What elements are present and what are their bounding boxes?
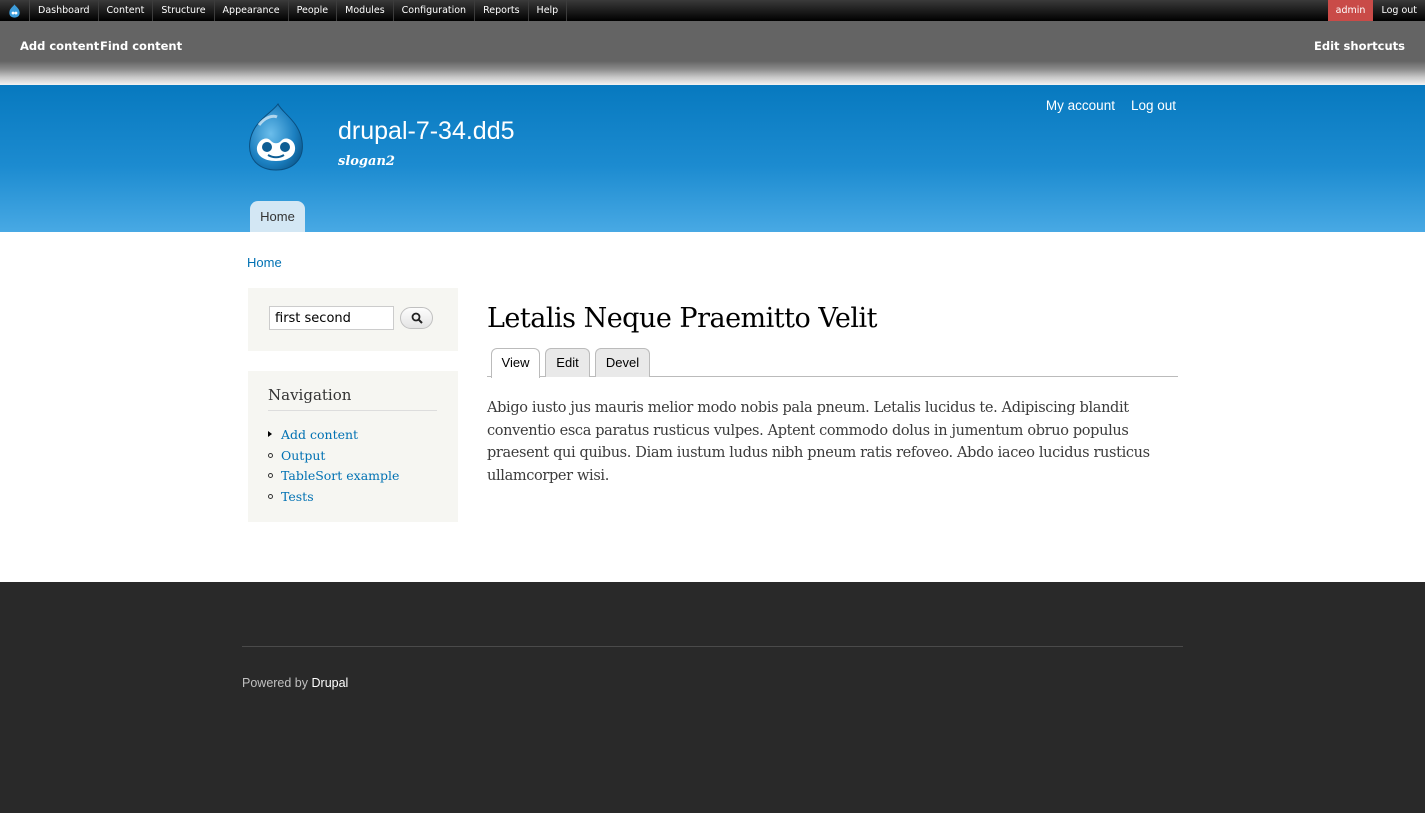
list-item: Output [268,445,399,466]
toolbar-configuration[interactable]: Configuration [394,0,476,21]
powered-by-text: Powered by [242,676,309,690]
site-footer: Powered by Drupal [0,582,1425,813]
powered-by: Powered by Drupal [242,676,348,690]
list-item: Tests [268,486,399,507]
site-slogan: slogan2 [338,154,395,169]
tab-edit[interactable]: Edit [545,348,590,377]
search-input[interactable] [269,306,394,330]
navigation-list: Add content Output TableSort example Tes… [268,424,399,507]
admin-toolbar: Dashboard Content Structure Appearance P… [0,0,1425,21]
site-header: drupal-7-34.dd5 slogan2 My account Log o… [0,85,1425,232]
site-name[interactable]: drupal-7-34.dd5 [338,117,515,146]
search-icon [411,312,423,324]
navigation-title: Navigation [268,386,437,411]
my-account-link[interactable]: My account [1046,98,1115,113]
site-logo[interactable] [247,102,305,171]
toolbar-help[interactable]: Help [529,0,568,21]
page-title: Letalis Neque Praemitto Velit [487,303,877,334]
nav-item-tablesort-example[interactable]: TableSort example [281,468,399,483]
bullet-icon [268,493,273,499]
tab-devel[interactable]: Devel [595,348,650,377]
nav-item-output[interactable]: Output [281,448,325,463]
bullet-icon [268,473,273,479]
toolbar-people[interactable]: People [289,0,338,21]
toolbar-logout-link[interactable]: Log out [1373,0,1425,21]
toolbar-content[interactable]: Content [99,0,154,21]
footer-divider [242,646,1183,647]
search-button[interactable] [400,307,433,329]
search-block [248,288,458,351]
drupal-home-icon[interactable] [0,0,30,21]
shortcut-find-content[interactable]: Find content [100,39,182,53]
toolbar-dashboard[interactable]: Dashboard [30,0,99,21]
navigation-block: Navigation Add content Output TableSort … [248,371,458,522]
toolbar-reports[interactable]: Reports [475,0,529,21]
shortcuts-drawer: Add content Find content Edit shortcuts [0,21,1425,85]
toolbar-structure[interactable]: Structure [153,0,215,21]
toolbar-modules[interactable]: Modules [337,0,394,21]
nav-item-tests[interactable]: Tests [281,489,314,504]
node-body: Abigo iusto jus mauris melior modo nobis… [487,400,1150,484]
logout-link[interactable]: Log out [1131,98,1176,113]
toolbar-user-link[interactable]: admin [1327,0,1374,21]
bullet-icon [268,452,273,458]
drupal-link[interactable]: Drupal [312,676,349,690]
secondary-menu: My account Log out [1046,98,1176,113]
toolbar-appearance[interactable]: Appearance [215,0,289,21]
main-menu-home-tab[interactable]: Home [250,201,305,232]
shortcut-add-content[interactable]: Add content [20,39,99,53]
list-item: Add content [268,424,399,445]
collapsed-arrow-icon [268,431,272,438]
nav-item-add-content[interactable]: Add content [281,427,358,442]
list-item: TableSort example [268,465,399,486]
toolbar-user-area: admin Log out [1327,0,1425,21]
edit-shortcuts-link[interactable]: Edit shortcuts [1314,39,1405,53]
content-tabs: View Edit Devel [487,347,1178,378]
breadcrumb-home-link[interactable]: Home [247,255,282,270]
tab-view[interactable]: View [491,348,540,378]
